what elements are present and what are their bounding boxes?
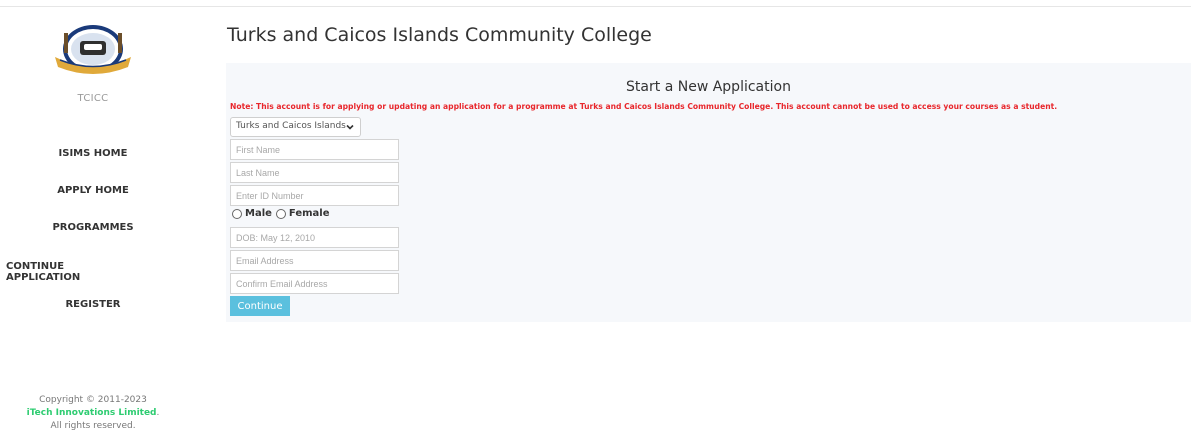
rights-line: All rights reserved.: [50, 421, 136, 431]
copyright: Copyright © 2011-2023 iTech Innovations …: [0, 394, 186, 433]
copyright-line: Copyright © 2011-2023: [39, 395, 147, 405]
nav-register[interactable]: REGISTER: [0, 299, 186, 310]
female-radio[interactable]: [275, 208, 286, 219]
email-input[interactable]: [230, 250, 399, 271]
college-seal-icon[interactable]: [50, 23, 136, 79]
chevron-down-icon: [345, 122, 355, 132]
male-radio[interactable]: [232, 208, 242, 219]
sidebar: TCICC ISIMS HOME APPLY HOME PROGRAMMES C…: [0, 0, 185, 438]
last-name-input[interactable]: [230, 162, 399, 183]
form-title: Start a New Application: [626, 79, 791, 95]
nav-continue-application[interactable]: CONTINUE APPLICATION: [0, 261, 136, 283]
confirm-email-input[interactable]: [230, 273, 399, 294]
nav-programmes[interactable]: PROGRAMMES: [0, 222, 186, 233]
id-number-input[interactable]: [230, 185, 399, 206]
gender-female-option[interactable]: Female: [275, 208, 330, 219]
gender-group: Male Female: [232, 208, 334, 219]
male-label: Male: [245, 208, 272, 219]
company-period: .: [156, 408, 160, 418]
account-note: Note: This account is for applying or up…: [230, 102, 1058, 111]
gender-male-option[interactable]: Male: [232, 208, 272, 219]
continue-button[interactable]: Continue: [230, 296, 290, 316]
first-name-input[interactable]: [230, 139, 399, 160]
brand-label: TCICC: [77, 93, 109, 104]
female-label: Female: [288, 208, 330, 219]
application-panel: Start a New Application Note: This accou…: [226, 63, 1191, 322]
company-link[interactable]: iTech Innovations Limited: [27, 408, 157, 418]
country-selected-value: Turks and Caicos Islands: [236, 121, 346, 131]
country-select[interactable]: Turks and Caicos Islands: [230, 117, 361, 137]
nav-apply-home[interactable]: APPLY HOME: [0, 185, 186, 196]
college-title: Turks and Caicos Islands Community Colle…: [227, 24, 652, 46]
nav-isims-home[interactable]: ISIMS HOME: [0, 148, 186, 159]
dob-input[interactable]: [230, 227, 399, 248]
copyright-company-line: iTech Innovations Limited.: [0, 407, 186, 420]
